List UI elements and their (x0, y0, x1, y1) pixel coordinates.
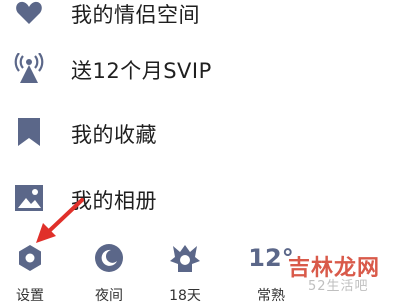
menu-item-couple-space[interactable]: 我的情侣空间 (0, 0, 400, 28)
menu-item-label: 我的收藏 (71, 123, 157, 147)
days-button[interactable]: 18天 (160, 243, 210, 304)
menu-item-label: 送12个月SVIP (71, 59, 212, 83)
heart-icon (16, 1, 42, 25)
broadcast-icon (14, 53, 44, 83)
menu-item-label: 我的情侣空间 (71, 3, 200, 27)
bookmark-icon (18, 118, 40, 146)
menu-item-svip[interactable]: 送12个月SVIP (0, 40, 400, 96)
menu-item-favorites[interactable]: 我的收藏 (0, 105, 400, 161)
days-label: 18天 (169, 288, 201, 304)
night-mode-label: 夜间 (95, 288, 123, 304)
weather-city-label: 常熟 (257, 288, 285, 304)
night-mode-button[interactable]: 夜间 (84, 243, 134, 304)
watermark-sub: 52生活吧 (308, 279, 369, 294)
sun-badge-icon (170, 245, 200, 272)
arrow-annotation-icon (36, 198, 84, 243)
moon-icon (95, 244, 123, 272)
settings-label: 设置 (16, 288, 44, 304)
